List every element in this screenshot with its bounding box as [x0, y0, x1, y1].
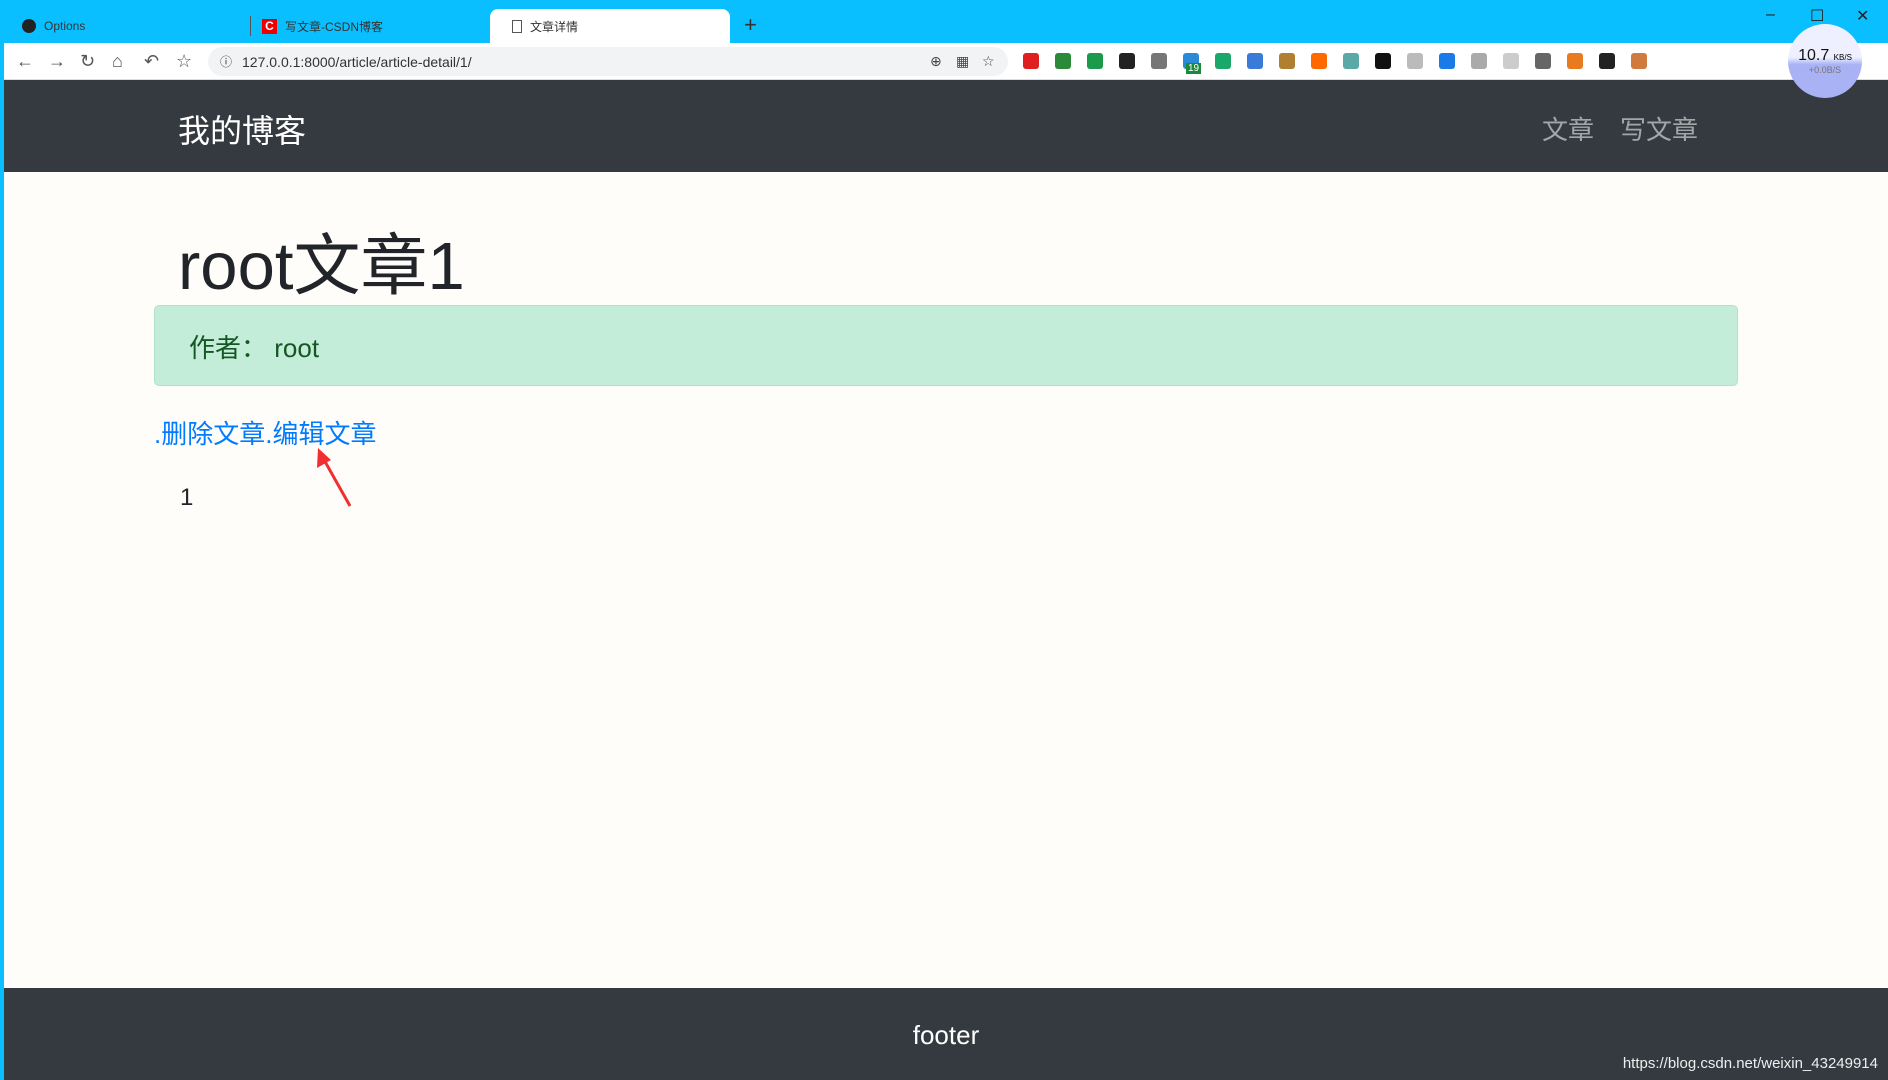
- red-arrow-annotation: [317, 448, 352, 507]
- tab-label: 文章详情: [530, 19, 579, 34]
- author-name: root: [274, 333, 320, 363]
- tab-options[interactable]: Options: [0, 9, 240, 43]
- url-text[interactable]: 127.0.0.1:8000/article/article-detail/1/: [242, 54, 472, 70]
- info-icon: ⓘ: [220, 55, 233, 69]
- extension-icon[interactable]: [1375, 53, 1391, 69]
- extension-icon[interactable]: [1343, 53, 1359, 69]
- extension-icon[interactable]: [1119, 53, 1135, 69]
- tab-label: 写文章-CSDN博客: [285, 19, 383, 34]
- maximize-button[interactable]: ☐: [1810, 6, 1824, 26]
- extension-icon[interactable]: [1215, 53, 1231, 69]
- tab-label: Options: [44, 19, 86, 33]
- extension-icon[interactable]: [1023, 53, 1039, 69]
- extension-icon[interactable]: [1247, 53, 1263, 69]
- tab-article-detail[interactable]: 文章详情: [490, 9, 730, 43]
- page-icon: [512, 19, 522, 33]
- bookmark-star-icon[interactable]: ☆: [176, 51, 192, 72]
- extension-icon[interactable]: [1439, 53, 1455, 69]
- home-icon[interactable]: ⌂: [112, 51, 123, 72]
- edit-article-link[interactable]: .编辑文章: [265, 419, 376, 449]
- author-alert: 作者： root: [154, 305, 1738, 386]
- extension-icon[interactable]: [1151, 53, 1167, 69]
- extension-icon[interactable]: [1407, 53, 1423, 69]
- extension-badge: 19: [1186, 63, 1202, 74]
- nav-write-article-link[interactable]: 写文章: [1620, 110, 1698, 147]
- extension-icon[interactable]: [1535, 53, 1551, 69]
- forward-icon[interactable]: →: [48, 51, 66, 72]
- speed-unit: KB/S: [1833, 53, 1852, 62]
- close-button[interactable]: ✕: [1856, 6, 1869, 26]
- csdn-icon: C: [262, 18, 277, 34]
- article-actions: .删除文章.编辑文章: [154, 414, 376, 451]
- site-footer: footer: [4, 988, 1888, 1080]
- window-border: [0, 43, 4, 1080]
- footer-text: footer: [912, 1020, 980, 1050]
- reload-icon[interactable]: ↻: [80, 51, 95, 72]
- nav-articles-link[interactable]: 文章: [1542, 110, 1594, 147]
- browser-toolbar: ← → ↻ ⌂ ↶ ☆ ⓘ 127.0.0.1:8000/article/art…: [0, 43, 1888, 80]
- extension-icon[interactable]: [1631, 53, 1647, 69]
- extension-icon[interactable]: [1567, 53, 1583, 69]
- github-icon: [22, 19, 36, 33]
- minimize-button[interactable]: –: [1766, 6, 1775, 24]
- extension-icon[interactable]: [1087, 53, 1103, 69]
- article-title: root文章1: [178, 229, 465, 304]
- extension-icon[interactable]: [1503, 53, 1519, 69]
- download-speed: 10.7: [1798, 47, 1830, 64]
- brand-link[interactable]: 我的博客: [178, 106, 306, 152]
- extension-icon[interactable]: [1055, 53, 1071, 69]
- site-navbar: 我的博客 文章 写文章: [4, 80, 1888, 172]
- zoom-icon[interactable]: ⊕: [930, 53, 942, 70]
- undo-icon[interactable]: ↶: [144, 51, 159, 72]
- qr-code-icon[interactable]: ▦: [956, 53, 969, 70]
- watermark: https://blog.csdn.net/weixin_43249914: [1622, 1055, 1878, 1072]
- author-label: 作者：: [189, 333, 268, 363]
- article-body: 1: [180, 484, 194, 511]
- extension-icon[interactable]: [1279, 53, 1295, 69]
- tab-csdn[interactable]: C 写文章-CSDN博客: [240, 9, 490, 43]
- back-icon[interactable]: ←: [16, 51, 34, 72]
- tab-bar: Options C 写文章-CSDN博客 文章详情 + – ☐ ✕: [0, 0, 1888, 43]
- delete-article-link[interactable]: .删除文章: [154, 419, 265, 449]
- net-speed-widget[interactable]: 10.7 KB/S +0.0B/S: [1788, 24, 1862, 98]
- star-icon[interactable]: ☆: [982, 53, 995, 70]
- extension-icon[interactable]: [1599, 53, 1615, 69]
- extension-icon[interactable]: [1311, 53, 1327, 69]
- new-tab-button[interactable]: +: [744, 12, 757, 38]
- upload-speed: +0.0B/S: [1808, 65, 1842, 75]
- address-bar[interactable]: ⓘ 127.0.0.1:8000/article/article-detail/…: [208, 47, 1008, 76]
- extension-icon[interactable]: [1471, 53, 1487, 69]
